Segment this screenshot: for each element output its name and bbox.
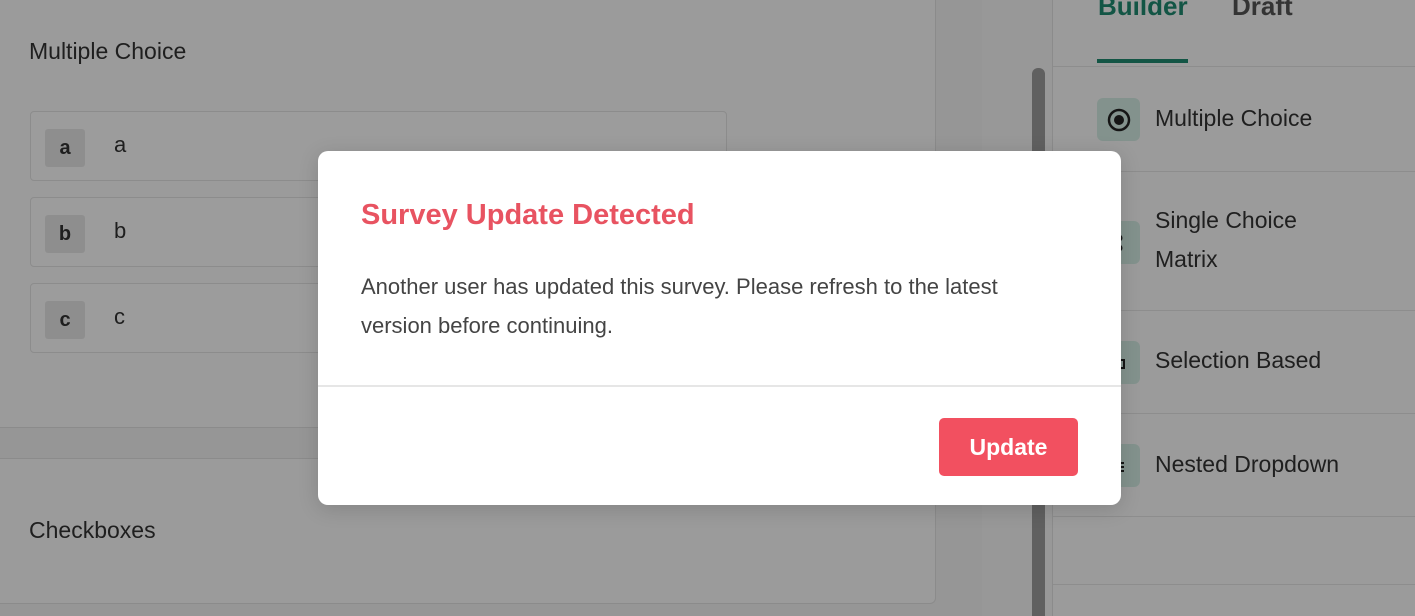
app-root: Multiple Choice a a b b c c Checkboxes B…	[0, 0, 1415, 616]
dialog-message: Another user has updated this survey. Pl…	[361, 274, 998, 338]
update-detected-dialog: Survey Update Detected Another user has …	[318, 151, 1121, 505]
dialog-divider	[318, 385, 1121, 387]
update-button[interactable]: Update	[939, 418, 1078, 476]
dialog-title: Survey Update Detected	[361, 199, 695, 231]
